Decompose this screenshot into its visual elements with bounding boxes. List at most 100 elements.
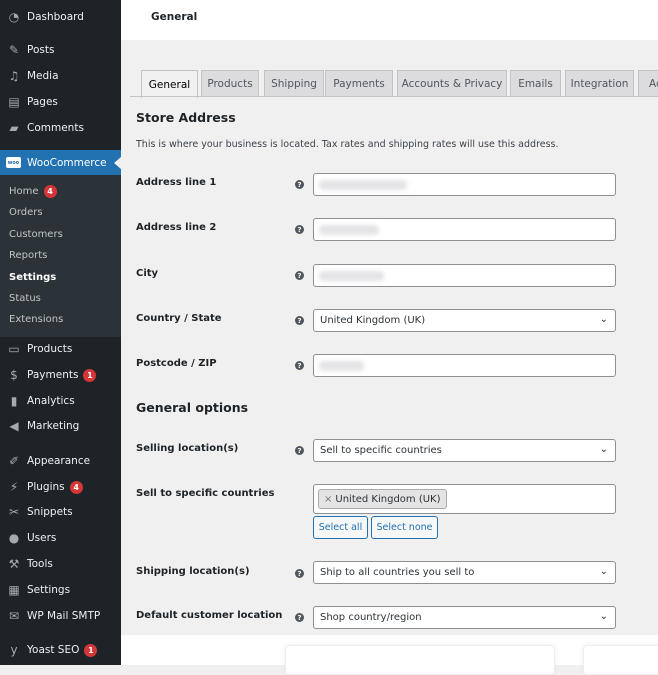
tab-integration[interactable]: Integration	[565, 70, 634, 97]
tab-divider	[130, 96, 658, 97]
tab-general[interactable]: General	[141, 70, 198, 98]
submenu-extensions[interactable]: Extensions	[9, 310, 63, 328]
plug-icon: ⚡	[9, 480, 19, 494]
submenu-settings[interactable]: Settings	[9, 268, 56, 286]
notification-badge: 4	[69, 480, 83, 494]
help-icon[interactable]: ?	[295, 361, 304, 370]
menu-snippets[interactable]: ✂ Snippets	[0, 500, 121, 524]
menu-plugins[interactable]: ⚡ Plugins 4	[0, 475, 121, 499]
address2-input[interactable]	[313, 218, 616, 241]
user-icon: ●	[8, 531, 20, 545]
specific-countries-label: Sell to specific countries	[136, 488, 275, 499]
scissors-icon: ✂	[8, 505, 20, 519]
default-location-label: Default customer location	[136, 610, 283, 621]
media-icon: ♫	[8, 69, 20, 83]
current-arrow-icon	[114, 157, 121, 169]
specific-countries-multiselect[interactable]: × United Kingdom (UK)	[313, 484, 616, 514]
help-icon[interactable]: ?	[295, 180, 304, 189]
submenu-reports[interactable]: Reports	[9, 246, 47, 264]
general-options-heading: General options	[136, 400, 249, 415]
address2-label: Address line 2	[136, 222, 217, 233]
yoast-icon: y	[10, 643, 18, 657]
mail-icon: ✉	[8, 609, 20, 623]
country-chip: × United Kingdom (UK)	[318, 489, 447, 509]
menu-yoast-seo[interactable]: y Yoast SEO 1	[0, 638, 121, 662]
menu-settings[interactable]: ▦ Settings	[0, 578, 121, 602]
wrench-icon: ⚒	[8, 557, 20, 571]
submenu-home[interactable]: Home 4	[9, 182, 57, 200]
menu-posts[interactable]: ✎ Posts	[0, 38, 121, 62]
menu-comments[interactable]: ▰ Comments	[0, 116, 121, 140]
page-header: General	[121, 0, 658, 40]
submenu-customers[interactable]: Customers	[9, 225, 63, 243]
chevron-down-icon: ⌄	[599, 444, 608, 455]
redacted-value	[319, 271, 384, 281]
menu-woocommerce[interactable]: woo WooCommerce	[0, 150, 121, 175]
help-icon[interactable]: ?	[295, 446, 304, 455]
submenu-orders[interactable]: Orders	[9, 203, 43, 221]
tab-advanced[interactable]: Ad	[638, 70, 658, 97]
menu-tools[interactable]: ⚒ Tools	[0, 552, 121, 576]
redacted-value	[319, 180, 407, 190]
bottom-card	[583, 645, 658, 675]
menu-wp-mail-smtp[interactable]: ✉ WP Mail SMTP	[0, 604, 121, 628]
store-address-description: This is where your business is located. …	[136, 139, 559, 150]
page-title: General	[151, 11, 198, 23]
tab-shipping[interactable]: Shipping	[264, 70, 324, 97]
help-icon[interactable]: ?	[295, 271, 304, 280]
redacted-value	[319, 361, 364, 371]
city-label: City	[136, 268, 159, 279]
menu-pages[interactable]: ▤ Pages	[0, 90, 121, 114]
select-none-button[interactable]: Select none	[371, 516, 438, 539]
chevron-down-icon: ⌄	[599, 611, 608, 622]
menu-users[interactable]: ● Users	[0, 526, 121, 550]
dashboard-icon: ◔	[8, 10, 20, 24]
select-all-button[interactable]: Select all	[313, 516, 368, 539]
address1-label: Address line 1	[136, 177, 217, 188]
bottom-card	[285, 645, 555, 675]
help-icon[interactable]: ?	[295, 225, 304, 234]
dollar-icon: $	[10, 368, 18, 382]
selling-location-label: Selling location(s)	[136, 443, 239, 454]
megaphone-icon: ◀	[9, 419, 19, 433]
default-location-select[interactable]: Shop country/region ⌄	[313, 606, 616, 629]
pages-icon: ▤	[8, 95, 20, 109]
store-address-heading: Store Address	[136, 110, 236, 125]
city-input[interactable]	[313, 264, 616, 287]
selling-location-select[interactable]: Sell to specific countries ⌄	[313, 439, 616, 462]
menu-analytics[interactable]: ▮ Analytics	[0, 389, 121, 413]
shipping-location-select[interactable]: Ship to all countries you sell to ⌄	[313, 561, 616, 584]
redacted-value	[319, 225, 379, 235]
brush-icon: ✐	[8, 454, 20, 468]
help-icon[interactable]: ?	[295, 613, 304, 622]
menu-marketing[interactable]: ◀ Marketing	[0, 414, 121, 438]
notification-badge: 4	[43, 184, 57, 198]
menu-dashboard[interactable]: ◔ Dashboard	[0, 5, 121, 29]
menu-products[interactable]: ▭ Products	[0, 337, 121, 361]
chevron-down-icon: ⌄	[599, 566, 608, 577]
submenu-status[interactable]: Status	[9, 289, 41, 307]
country-select[interactable]: United Kingdom (UK) ⌄	[313, 309, 616, 332]
help-icon[interactable]: ?	[295, 316, 304, 325]
menu-media[interactable]: ♫ Media	[0, 64, 121, 88]
tab-accounts-privacy[interactable]: Accounts & Privacy	[397, 70, 507, 97]
tab-payments[interactable]: Payments	[325, 70, 393, 97]
postcode-input[interactable]	[313, 354, 616, 377]
woo-logo-icon: woo	[6, 157, 21, 168]
tab-products[interactable]: Products	[201, 70, 259, 97]
shipping-location-label: Shipping location(s)	[136, 566, 250, 577]
archive-icon: ▭	[8, 342, 20, 356]
help-icon[interactable]: ?	[295, 569, 304, 578]
menu-appearance[interactable]: ✐ Appearance	[0, 449, 121, 473]
country-label: Country / State	[136, 313, 222, 324]
pin-icon: ✎	[8, 43, 20, 57]
sliders-icon: ▦	[8, 583, 20, 597]
comment-icon: ▰	[9, 121, 19, 135]
remove-chip-icon[interactable]: ×	[324, 494, 332, 505]
postcode-label: Postcode / ZIP	[136, 358, 217, 369]
notification-badge: 1	[84, 643, 98, 657]
tab-emails[interactable]: Emails	[510, 70, 561, 97]
menu-payments[interactable]: $ Payments 1	[0, 363, 121, 387]
bottom-panel	[121, 635, 658, 675]
address1-input[interactable]	[313, 173, 616, 196]
